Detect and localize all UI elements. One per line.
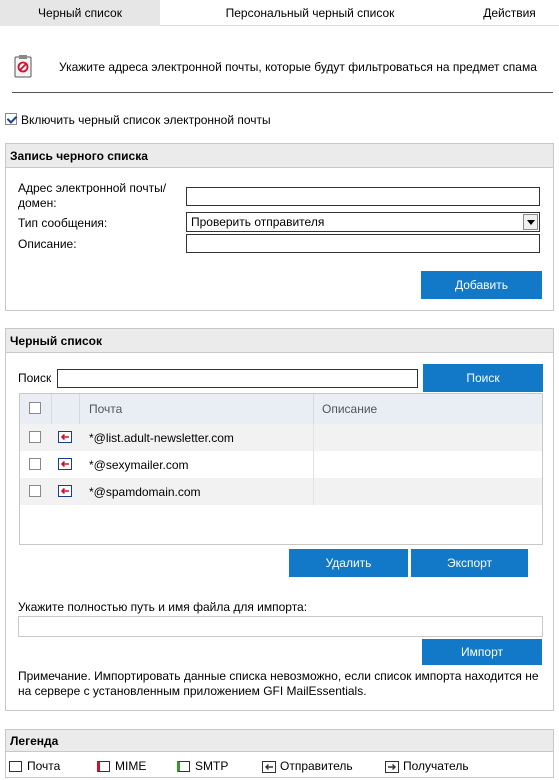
- table-row[interactable]: *@sexymailer.com: [20, 451, 542, 478]
- recipient-legend-icon: [385, 761, 399, 773]
- legend-label: SMTP: [195, 759, 229, 773]
- entry-section-title: Запись черного списка: [6, 144, 553, 168]
- row-checkbox[interactable]: [29, 431, 41, 443]
- column-divider: [51, 394, 52, 424]
- email-column-header[interactable]: Почта: [89, 394, 122, 424]
- row-email: *@sexymailer.com: [89, 458, 189, 472]
- sender-icon: [58, 431, 72, 443]
- sender-legend-icon: [262, 761, 276, 773]
- column-divider: [313, 451, 314, 478]
- legend-section: Легенда Почта MIME SMTP Отправитель Полу…: [5, 729, 554, 778]
- legend-title: Легенда: [6, 730, 553, 752]
- search-input[interactable]: [57, 369, 418, 388]
- description-label: Описание:: [18, 237, 77, 251]
- row-email: *@list.adult-newsletter.com: [89, 431, 234, 445]
- message-type-select[interactable]: Проверить отправителя: [186, 212, 540, 232]
- enable-blacklist-label: Включить черный список электронной почты: [21, 113, 271, 127]
- message-type-label: Тип сообщения:: [18, 216, 108, 230]
- mail-legend-icon: [9, 761, 22, 772]
- mime-legend-icon: [97, 761, 110, 772]
- row-checkbox[interactable]: [29, 458, 41, 470]
- email-label: Адрес электронной почты/домен:: [18, 181, 167, 210]
- legend-label: Почта: [27, 759, 61, 773]
- blacklist-table: Почта Описание *@list.adult-newsletter.c…: [19, 393, 543, 545]
- tab-blacklist[interactable]: Черный список: [0, 0, 160, 26]
- tab-personal-blacklist[interactable]: Персональный черный список: [160, 0, 460, 26]
- divider: [12, 92, 553, 93]
- message-type-value: Проверить отправителя: [191, 215, 325, 229]
- blacklist-section-title: Черный список: [6, 329, 553, 353]
- sender-icon: [58, 458, 72, 470]
- table-row[interactable]: *@list.adult-newsletter.com: [20, 424, 542, 451]
- smtp-legend-icon: [177, 761, 190, 772]
- search-button[interactable]: Поиск: [423, 364, 543, 392]
- tab-bar: Черный список Персональный черный список…: [0, 0, 559, 26]
- row-checkbox[interactable]: [29, 485, 41, 497]
- import-label: Укажите полностью путь и имя файла для и…: [18, 600, 308, 614]
- blacklist-section: Черный список Поиск Поиск Почта Описание…: [5, 328, 554, 711]
- column-divider: [313, 478, 314, 505]
- tab-actions[interactable]: Действия: [460, 0, 559, 26]
- delete-button[interactable]: Удалить: [289, 549, 408, 577]
- email-field[interactable]: [186, 187, 540, 206]
- blacklist-clipboard-icon: [14, 55, 32, 78]
- enable-blacklist-checkbox[interactable]: [5, 113, 17, 125]
- export-button[interactable]: Экспорт: [411, 549, 528, 577]
- column-divider: [79, 394, 80, 424]
- search-label: Поиск: [18, 371, 52, 385]
- import-path-field[interactable]: [18, 616, 543, 637]
- column-divider: [313, 394, 314, 424]
- chevron-down-icon[interactable]: [523, 214, 538, 230]
- legend-label: MIME: [115, 759, 147, 773]
- select-all-checkbox[interactable]: [29, 402, 41, 414]
- import-button[interactable]: Импорт: [422, 639, 542, 665]
- table-row[interactable]: *@spamdomain.com: [20, 478, 542, 505]
- sender-icon: [58, 485, 72, 497]
- column-divider: [313, 424, 314, 451]
- legend-label: Получатель: [403, 759, 469, 773]
- entry-section: Запись черного списка Адрес электронной …: [5, 143, 554, 311]
- description-column-header[interactable]: Описание: [322, 394, 377, 424]
- legend-label: Отправитель: [280, 759, 353, 773]
- table-header: Почта Описание: [20, 394, 542, 424]
- row-email: *@spamdomain.com: [89, 485, 201, 499]
- intro-text: Укажите адреса электронной почты, которы…: [59, 60, 537, 74]
- description-field[interactable]: [186, 234, 540, 253]
- add-button[interactable]: Добавить: [421, 271, 542, 299]
- import-note: Примечание. Импортировать данные списка …: [18, 669, 539, 698]
